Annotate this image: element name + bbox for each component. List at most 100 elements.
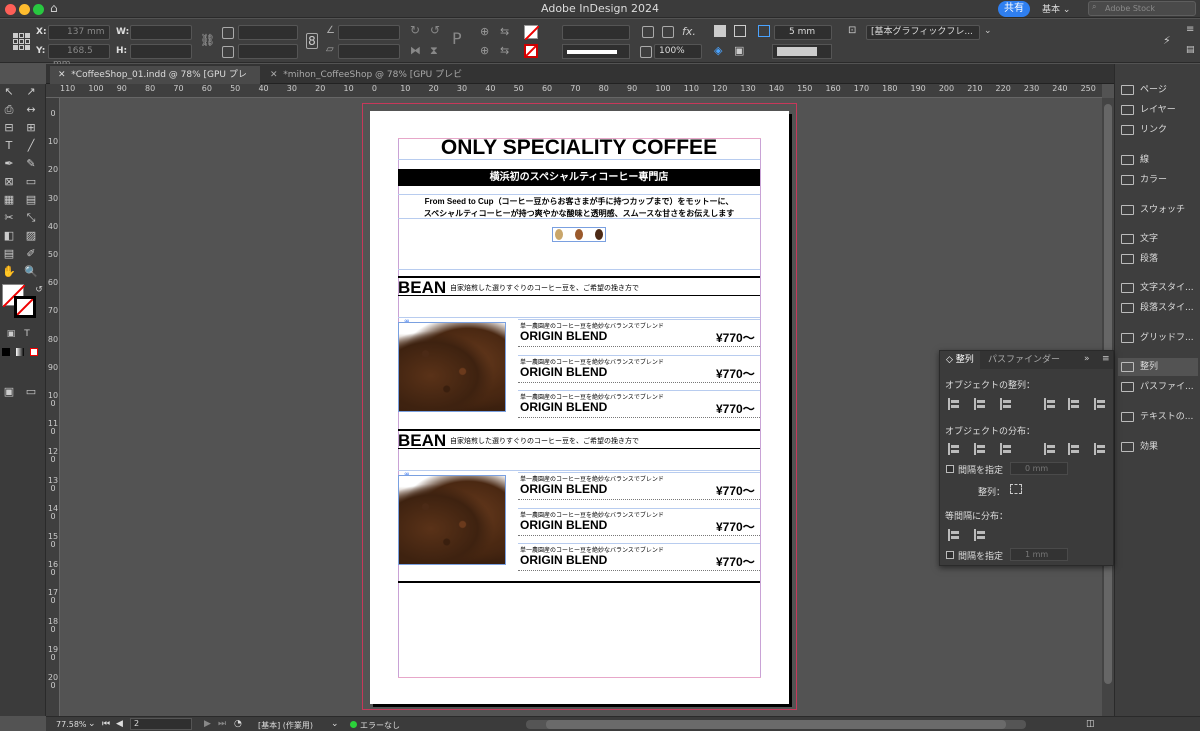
select-container-icon[interactable]: ⊕ (480, 25, 489, 38)
rotate-ccw-icon[interactable]: ↺ (430, 23, 440, 37)
wrap-jump-icon[interactable]: ▣ (734, 44, 744, 57)
note-tool-icon[interactable]: ▤ (2, 248, 16, 260)
frame-fitting-icon[interactable] (642, 26, 654, 38)
stock-search-input[interactable]: Adobe Stock (1088, 1, 1196, 16)
zoom-tool-icon[interactable]: 🔍 (24, 266, 38, 278)
align-center-h-icon[interactable] (974, 398, 986, 410)
zoom-dropdown-icon[interactable]: ⌄ (88, 719, 96, 729)
scale-lock-icon[interactable]: 8 (306, 33, 318, 49)
scale-x-field[interactable] (238, 25, 298, 40)
profile-dropdown-icon[interactable]: ⌄ (331, 719, 339, 729)
panel-item-effects[interactable]: 効果 (1121, 438, 1158, 456)
distribute-right-icon[interactable] (1094, 443, 1106, 455)
screen-mode-icon[interactable]: ▣ (2, 386, 16, 398)
apply-none-icon[interactable] (30, 348, 38, 356)
width-field[interactable] (130, 25, 192, 40)
panel-item-character-styles[interactable]: 文字スタイ... (1121, 279, 1194, 297)
panel-item-layers[interactable]: レイヤー (1121, 101, 1176, 119)
selection-tool-icon[interactable]: ↖ (2, 86, 16, 98)
coffee-beans-photo[interactable] (398, 322, 506, 412)
use-spacing-checkbox[interactable] (946, 551, 954, 559)
panel-item-color[interactable]: カラー (1121, 171, 1167, 189)
p-flip-icon[interactable]: P (452, 29, 462, 48)
rotate-field[interactable] (338, 25, 400, 40)
height-field[interactable] (130, 44, 192, 59)
reference-point-icon[interactable] (13, 33, 31, 51)
preflight-status[interactable]: エラーなし (360, 720, 400, 731)
distribute-vspace-icon[interactable] (948, 529, 960, 541)
tab-align[interactable]: ◇ 整列 (940, 351, 980, 369)
share-button[interactable]: 共有 (998, 1, 1030, 17)
distribute-left-icon[interactable] (1044, 443, 1056, 455)
hand-tool-icon[interactable]: ✋ (2, 266, 16, 278)
object-style-dropdown[interactable]: [基本グラフィックフレ... (866, 25, 980, 40)
stroke-weight-field[interactable] (562, 25, 630, 40)
panel-item-character[interactable]: 文字 (1121, 230, 1158, 248)
panel-item-grid-format[interactable]: グリッドフ... (1121, 329, 1194, 347)
align-center-v-icon[interactable] (1068, 398, 1080, 410)
fill-swatch[interactable] (524, 25, 540, 41)
preflight-profile[interactable]: [基本] (作業用) (258, 720, 313, 731)
align-left-icon[interactable] (948, 398, 960, 410)
distribute-center-icon[interactable] (974, 443, 986, 455)
gradient-feather-tool-icon[interactable]: ▨ (24, 230, 38, 242)
first-page-icon[interactable]: ⏮ (102, 719, 110, 729)
panel-item-links[interactable]: リンク (1121, 121, 1167, 139)
free-transform-tool-icon[interactable]: ⤡ (24, 212, 38, 224)
rectangle-tool-icon[interactable]: ▭ (24, 176, 38, 188)
zoom-level[interactable]: 77.58% (56, 720, 87, 729)
formatting-container-icon[interactable]: ▣ (4, 328, 18, 340)
pencil-tool-icon[interactable]: ✎ (24, 158, 38, 170)
pen-tool-icon[interactable]: ✒ (2, 158, 16, 170)
panel-menu-icon[interactable]: ≡ (1102, 354, 1110, 364)
last-page-icon[interactable]: ⏭ (218, 719, 226, 729)
document-page[interactable]: ONLY SPECIALITY COFFEE 横浜初のスペシャルティコーヒー専門… (370, 111, 789, 704)
collapse-panel-icon[interactable]: » (1084, 354, 1090, 364)
coffee-bean-icons[interactable] (552, 227, 606, 242)
direct-selection-tool-icon[interactable]: ↗ (24, 86, 38, 98)
align-to-selection-icon[interactable] (1010, 484, 1022, 494)
distribute-hcenter-icon[interactable] (1068, 443, 1080, 455)
tab-close-icon[interactable]: ✕ (58, 70, 66, 80)
align-top-icon[interactable] (1044, 398, 1056, 410)
panel-item-paragraph[interactable]: 段落 (1121, 250, 1158, 268)
corner-shape-dropdown[interactable] (772, 44, 832, 59)
content-placer-icon[interactable]: ⊞ (24, 122, 38, 134)
y-field[interactable]: 168.5 mm (48, 44, 110, 69)
apply-color-icon[interactable] (2, 348, 10, 356)
select-next-icon[interactable]: ⇆ (500, 44, 509, 57)
use-spacing-checkbox[interactable] (946, 465, 954, 473)
line-tool-icon[interactable]: ╱ (24, 140, 38, 152)
select-previous-icon[interactable]: ⇆ (500, 25, 509, 38)
tab-pathfinder[interactable]: パスファインダー (982, 351, 1066, 369)
swap-colors-icon[interactable]: ↺ (32, 284, 46, 296)
tab-coffeeshop-01[interactable]: ✕ *CoffeeShop_01.indd @ 78% [GPU プレビュー] (50, 66, 260, 98)
text-wrap-none-icon[interactable] (714, 25, 726, 37)
page-number-field[interactable]: 2 (130, 718, 192, 730)
panel-item-align[interactable]: 整列 (1118, 358, 1198, 376)
align-panel[interactable]: ◇ 整列 パスファインダー » ≡ オブジェクトの整列： オブジェクトの分布： … (939, 350, 1114, 566)
wrap-object-icon[interactable]: ◈ (714, 44, 722, 57)
scale-y-field[interactable] (238, 44, 298, 59)
align-bottom-icon[interactable] (1094, 398, 1106, 410)
shear-field[interactable] (338, 44, 400, 59)
frame-grid-tool-icon[interactable]: ▤ (24, 194, 38, 206)
flip-horizontal-icon[interactable]: ⧓ (410, 44, 421, 57)
apply-gradient-icon[interactable] (16, 348, 24, 356)
style-options-icon[interactable]: ⌄ (984, 26, 992, 36)
tab-close-icon[interactable]: ✕ (270, 70, 278, 80)
table-tool-icon[interactable]: ▦ (2, 194, 16, 206)
flip-vertical-icon[interactable]: ⧗ (430, 44, 438, 58)
panel-item-swatches[interactable]: スウォッチ (1121, 201, 1185, 219)
previous-page-icon[interactable]: ◀ (116, 719, 123, 729)
x-field[interactable]: 137 mm (48, 25, 110, 40)
constrain-proportions-icon[interactable]: ⛓ (200, 33, 215, 47)
next-page-icon[interactable]: ▶ (204, 719, 211, 729)
stroke-swatch[interactable] (524, 44, 538, 58)
distribute-bottom-icon[interactable] (1000, 443, 1012, 455)
panel-item-pathfinder[interactable]: パスファイ... (1121, 378, 1194, 396)
content-fitting-icon[interactable] (662, 26, 674, 38)
page-tool-icon[interactable]: ⎙ (2, 104, 16, 116)
stroke-type-dropdown[interactable] (562, 44, 630, 59)
eyedropper-tool-icon[interactable]: ✐ (24, 248, 38, 260)
